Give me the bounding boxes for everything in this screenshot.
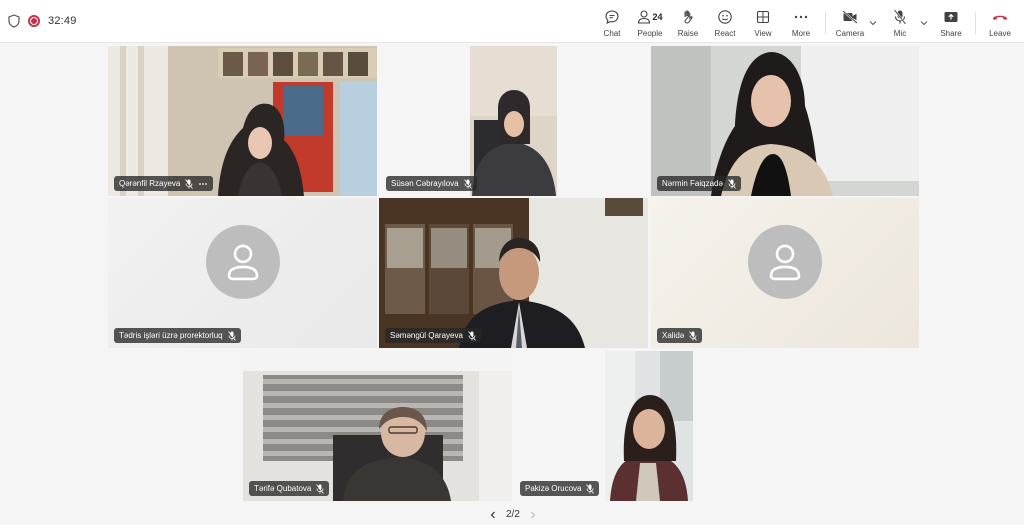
chat-button[interactable]: Chat	[592, 8, 632, 38]
participant-tile[interactable]: Səməngül Qarayeva	[379, 198, 648, 348]
people-count: 24	[652, 12, 663, 22]
participant-tile[interactable]: Pakizə Orucova	[514, 351, 783, 501]
next-page-chevron-icon[interactable]	[528, 510, 538, 520]
previous-page-chevron-icon[interactable]	[488, 510, 498, 520]
view-button[interactable]: View	[743, 8, 783, 38]
more-button[interactable]: More	[781, 8, 821, 38]
meeting-status: 32:49	[8, 14, 77, 28]
toolbar-divider	[975, 12, 976, 34]
participant-name: Pakizə Orucova	[525, 484, 582, 493]
participant-name: Tədris işləri üzrə prorektorluq	[119, 331, 223, 340]
participant-tile[interactable]: Nərmin Faiqzadə	[651, 46, 919, 196]
leave-button[interactable]: Leave	[980, 8, 1020, 38]
participant-video	[605, 351, 693, 501]
avatar	[748, 224, 822, 299]
participant-name: Qərənfil Rzayeva	[119, 179, 181, 188]
participant-tile[interactable]: Qərənfil Rzayeva	[108, 46, 377, 196]
mic-muted-icon	[468, 330, 476, 341]
share-label: Share	[940, 29, 962, 38]
participant-name: Tərifə Qubatova	[254, 484, 312, 493]
more-options-icon[interactable]	[198, 182, 208, 186]
mic-muted-icon	[316, 483, 325, 494]
participant-video	[108, 46, 377, 196]
react-label: React	[714, 29, 736, 38]
mic-muted-icon	[689, 330, 698, 341]
meeting-toolbar: 32:49 Chat 24 People Raise React View Mo…	[0, 0, 1024, 43]
avatar	[205, 224, 280, 299]
mic-muted-icon	[185, 178, 194, 189]
participant-name: Süsən Cəbrayılova	[391, 179, 459, 188]
people-icon	[638, 10, 651, 24]
participant-tile[interactable]: Süsən Cəbrayılova	[380, 46, 648, 196]
page-indicator: 2/2	[506, 509, 520, 520]
recording-icon	[28, 15, 40, 27]
participant-name-tag: Süsən Cəbrayılova	[386, 176, 477, 191]
mic-muted-icon	[586, 483, 595, 494]
camera-button[interactable]: Camera	[830, 8, 870, 38]
mic-muted-icon	[227, 330, 236, 341]
participant-name-tag: Tərifə Qubatova	[249, 481, 330, 496]
react-button[interactable]: React	[705, 8, 745, 38]
participant-name-tag: Tədris işləri üzrə prorektorluq	[114, 328, 241, 343]
hang-up-icon	[993, 15, 1007, 20]
participant-name: Xalidə	[662, 331, 685, 340]
grid-view-icon	[756, 10, 770, 24]
mic-off-icon	[893, 9, 907, 25]
smiley-icon	[718, 10, 732, 24]
mic-muted-icon	[463, 178, 472, 189]
share-icon	[944, 12, 958, 22]
participant-name: Səməngül Qarayeva	[390, 331, 463, 340]
meeting-timer: 32:49	[48, 15, 77, 27]
participant-video	[470, 46, 557, 196]
mic-options-chevron-icon[interactable]	[919, 19, 929, 27]
chat-icon	[605, 10, 619, 24]
participant-name-tag: Qərənfil Rzayeva	[114, 176, 214, 191]
leave-label: Leave	[989, 29, 1011, 38]
participant-video	[651, 46, 919, 196]
participant-name: Nərmin Faiqzadə	[662, 179, 723, 188]
chat-label: Chat	[603, 29, 621, 38]
gallery-pagination: 2/2	[488, 509, 538, 520]
participant-tile[interactable]: Xalidə	[651, 198, 919, 348]
mic-muted-icon	[728, 178, 736, 189]
mic-button[interactable]: Mic	[880, 8, 920, 38]
toolbar-divider	[825, 12, 826, 34]
hand-icon	[684, 10, 693, 24]
view-label: View	[754, 29, 772, 38]
participant-tile[interactable]: Tədris işləri üzrə prorektorluq	[108, 198, 377, 348]
raise-hand-button[interactable]: Raise	[668, 8, 708, 38]
participant-video	[243, 351, 512, 501]
person-icon	[769, 244, 801, 281]
camera-options-chevron-icon[interactable]	[868, 19, 878, 27]
people-button[interactable]: 24 People	[630, 8, 670, 38]
raise-label: Raise	[677, 29, 699, 38]
more-icon	[794, 15, 808, 19]
participant-tile[interactable]: Tərifə Qubatova	[243, 351, 512, 501]
camera-off-icon	[842, 10, 858, 24]
mic-label: Mic	[893, 29, 907, 38]
camera-label: Camera	[835, 29, 865, 38]
participant-name-tag: Nərmin Faiqzadə	[657, 176, 741, 191]
participant-name-tag: Xalidə	[657, 328, 703, 343]
share-button[interactable]: Share	[931, 8, 971, 38]
shield-icon	[8, 14, 20, 28]
participant-video	[379, 198, 648, 348]
participant-name-tag: Pakizə Orucova	[520, 481, 600, 496]
person-icon	[227, 244, 258, 281]
participant-name-tag: Səməngül Qarayeva	[385, 328, 481, 343]
more-label: More	[791, 29, 811, 38]
people-label: People	[637, 29, 663, 38]
